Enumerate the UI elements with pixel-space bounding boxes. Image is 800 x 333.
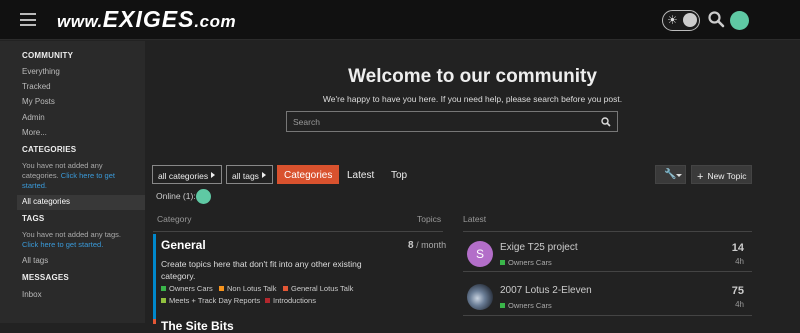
site-logo[interactable]: www.EXIGES.com: [57, 6, 236, 33]
wrench-icon: 🔧: [664, 169, 677, 180]
divider: [463, 271, 752, 272]
categories-empty-text: You have not added any categories. Click…: [22, 161, 132, 191]
topic-category[interactable]: Owners Cars: [500, 258, 552, 267]
topic-category-label: Owners Cars: [508, 258, 552, 267]
sidebar-item-my-posts[interactable]: My Posts: [22, 97, 55, 106]
category-topic-count: 8 / month: [408, 240, 446, 251]
top-header: www.EXIGES.com ☀: [0, 0, 800, 40]
category-name[interactable]: General: [161, 238, 206, 252]
sidebar-item-all-tags[interactable]: All tags: [22, 256, 48, 265]
search-placeholder: Search: [293, 117, 320, 127]
user-avatar[interactable]: [730, 11, 749, 30]
sidebar-item-everything[interactable]: Everything: [22, 67, 60, 76]
column-header-category: Category: [157, 214, 192, 224]
category-name[interactable]: The Site Bits: [161, 319, 234, 333]
topic-activity-time: 4h: [735, 257, 744, 266]
subcategory-link[interactable]: Non Lotus Talk: [219, 284, 276, 293]
avatar[interactable]: [467, 284, 493, 310]
caret-right-icon: [211, 172, 215, 178]
new-topic-button[interactable]: + New Topic: [691, 165, 752, 184]
sidebar-item-all-categories[interactable]: All categories: [22, 197, 70, 206]
sidebar-item-tracked[interactable]: Tracked: [22, 82, 51, 91]
online-users-label: Online (1):: [156, 191, 196, 201]
topic-category-label: Owners Cars: [508, 301, 552, 310]
category-color-square: [161, 285, 166, 291]
toggle-knob: [683, 13, 697, 27]
topic-title[interactable]: Exige T25 project: [500, 242, 578, 253]
avatar[interactable]: S: [467, 241, 493, 267]
subcategory-label: Owners Cars: [169, 284, 213, 293]
sidebar-heading-categories[interactable]: CATEGORIES: [22, 145, 76, 154]
sidebar-heading-messages[interactable]: MESSAGES: [22, 273, 69, 282]
logo-prefix: www.: [57, 12, 103, 31]
subcategory-link[interactable]: General Lotus Talk: [283, 284, 353, 293]
divider: [153, 231, 443, 232]
subcategory-label: Meets + Track Day Reports: [169, 296, 261, 305]
tags-dropdown[interactable]: all tags: [226, 165, 273, 184]
categories-dropdown[interactable]: all categories: [152, 165, 222, 184]
subcategory-link[interactable]: Meets + Track Day Reports: [161, 296, 260, 305]
divider: [463, 231, 752, 232]
hamburger-menu-icon[interactable]: [20, 13, 36, 26]
caret-right-icon: [262, 172, 266, 178]
main-content: Welcome to our community We're happy to …: [145, 41, 800, 333]
search-input[interactable]: Search: [286, 111, 618, 132]
category-color-square: [500, 303, 505, 308]
search-icon[interactable]: [601, 117, 611, 127]
dark-mode-toggle[interactable]: ☀: [662, 10, 700, 31]
topic-activity-time: 4h: [735, 300, 744, 309]
welcome-title: Welcome to our community: [348, 66, 597, 87]
category-color-square: [161, 297, 166, 303]
logo-brand: EXIGES: [102, 6, 195, 32]
admin-tools-button[interactable]: 🔧: [655, 165, 686, 184]
sidebar-item-inbox[interactable]: Inbox: [22, 290, 42, 299]
logo-suffix: .com: [194, 12, 237, 31]
welcome-subtitle: We're happy to have you here. If you nee…: [322, 94, 623, 104]
category-color-square: [500, 260, 505, 265]
tags-dropdown-label: all tags: [232, 171, 259, 181]
chevron-down-icon: [676, 174, 682, 177]
category-color-bar: [153, 319, 156, 324]
sidebar-heading-community[interactable]: COMMUNITY: [22, 51, 73, 60]
column-header-latest: Latest: [463, 214, 487, 224]
topic-reply-count: 14: [731, 242, 744, 254]
topic-title[interactable]: 2007 Lotus 2-Eleven: [500, 285, 592, 296]
column-header-topics: Topics: [417, 214, 442, 224]
topic-category[interactable]: Owners Cars: [500, 301, 552, 310]
sun-icon: ☀: [667, 13, 678, 27]
subcategory-label: Non Lotus Talk: [227, 284, 277, 293]
divider: [463, 315, 752, 316]
online-user-avatar[interactable]: [196, 189, 211, 204]
subcategory-link[interactable]: Introductions: [265, 296, 316, 305]
tab-top[interactable]: Top: [384, 165, 414, 184]
subcategory-link[interactable]: Owners Cars: [161, 284, 213, 293]
tags-empty-text: You have not added any tags. Click here …: [22, 230, 132, 250]
category-color-bar: [153, 234, 156, 323]
sidebar-item-more[interactable]: More...: [22, 128, 47, 137]
subcategory-label: General Lotus Talk: [291, 284, 354, 293]
sidebar-item-admin[interactable]: Admin: [22, 113, 45, 122]
category-color-square: [265, 297, 270, 303]
topic-reply-count: 75: [731, 285, 744, 297]
category-count-period: / month: [413, 240, 447, 250]
new-topic-label: New Topic: [707, 171, 747, 181]
subcategory-label: Introductions: [273, 296, 316, 305]
sidebar: COMMUNITY Everything Tracked My Posts Ad…: [0, 41, 145, 323]
tags-get-started-link[interactable]: Click here to get started.: [22, 240, 103, 249]
sidebar-heading-tags[interactable]: TAGS: [22, 214, 44, 223]
plus-icon: +: [697, 171, 704, 183]
tags-empty-message: You have not added any tags.: [22, 230, 121, 239]
category-color-square: [283, 285, 288, 291]
tab-categories[interactable]: Categories: [277, 165, 340, 184]
categories-dropdown-label: all categories: [158, 171, 209, 181]
search-icon[interactable]: [707, 10, 725, 28]
tab-latest[interactable]: Latest: [340, 165, 381, 184]
category-description: Create topics here that don't fit into a…: [161, 259, 362, 281]
category-color-square: [219, 285, 224, 291]
